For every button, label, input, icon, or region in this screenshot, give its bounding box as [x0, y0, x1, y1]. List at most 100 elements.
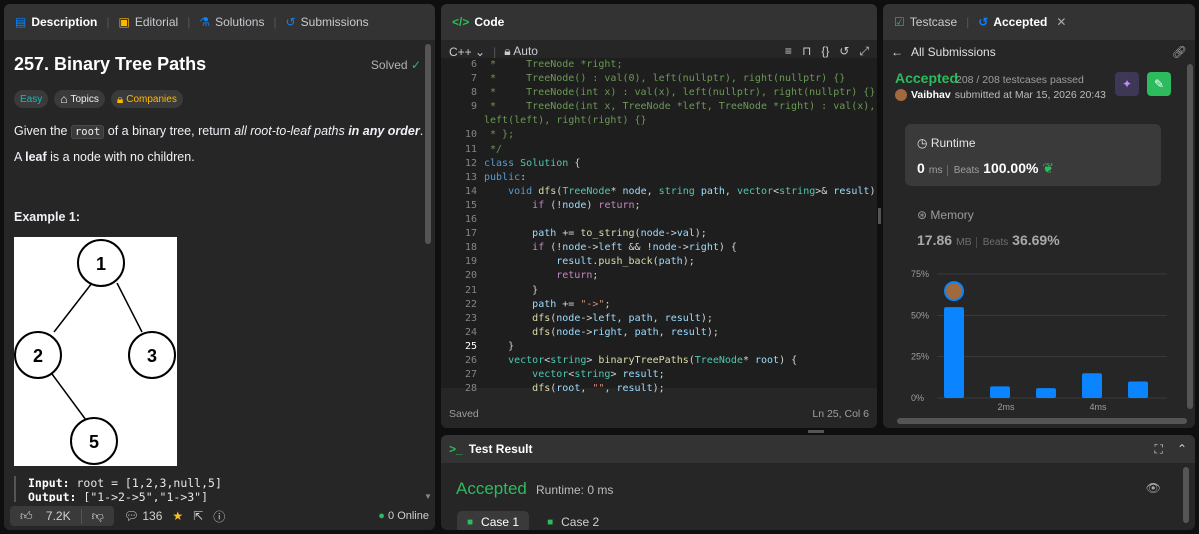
case-tab-2[interactable]: ■ Case 2: [537, 511, 609, 530]
y-tick-label: 25%: [911, 352, 929, 362]
dislike-button[interactable]: 👎︎: [80, 508, 114, 524]
online-count: ● 0 Online: [378, 510, 429, 522]
avatar: [895, 89, 907, 101]
comments-button[interactable]: 💬︎ 136: [124, 509, 163, 523]
check-circle-icon: ✓: [410, 58, 421, 72]
all-submissions-link[interactable]: All Submissions: [911, 45, 996, 59]
test-result-panel: >_ Test Result ⛶ ⌃ Accepted Runtime: 0 m…: [441, 435, 1195, 530]
tree-node-label: 3: [147, 346, 157, 366]
online-dot-icon: ●: [378, 510, 385, 522]
tree-node-label: 1: [96, 254, 106, 274]
panel-resize-handle[interactable]: [878, 208, 881, 224]
line-number: 19: [464, 256, 477, 268]
chart-bar: [990, 386, 1010, 398]
check-icon: ■: [467, 516, 474, 528]
line-numbers: 6 7 8 9 10 11 12 13 14 15 16 17 18 19 20 21 22 23 24 25 26 2…: [441, 58, 477, 396]
clock-icon: ◷: [917, 136, 928, 150]
testcases-passed: 208 / 208 testcases passed: [956, 74, 1084, 86]
link-icon[interactable]: 🔗︎: [1172, 45, 1187, 59]
companies-tag[interactable]: 🔒︎ Companies: [110, 90, 183, 108]
example-input: Input: root = [1,2,3,null,5]: [28, 476, 222, 490]
panel-resize-handle[interactable]: [808, 430, 824, 433]
share-icon[interactable]: ⇱: [193, 509, 203, 523]
example-io: Input: root = [1,2,3,null,5] Output: ["1…: [14, 476, 222, 504]
tab-code[interactable]: </> Code: [449, 15, 507, 29]
line-number: 21: [464, 284, 477, 296]
submission-nav: ← All Submissions 🔗︎: [883, 40, 1195, 64]
save-status: Saved: [449, 408, 479, 420]
leaf-icon: ❦: [1042, 160, 1055, 176]
description-scrollbar[interactable]: [425, 44, 431, 244]
braces-icon[interactable]: {}: [821, 44, 829, 59]
case-tab-1[interactable]: ■ Case 1: [457, 511, 530, 530]
problem-title[interactable]: 257. Binary Tree Paths: [14, 54, 206, 75]
solved-status: Solved ✓: [370, 58, 421, 72]
description-footer: 👍︎ 7.2K 👎︎ 💬︎ 136 ★ ⇱ ⓘ ● 0 Online: [4, 502, 435, 530]
tab-description[interactable]: ▤ Description: [12, 15, 100, 29]
auto-mode-toggle[interactable]: 🔒︎ Auto: [504, 44, 538, 59]
toolbar-separator: |: [493, 44, 497, 59]
description-panel: ▤ Description | ▣ Editorial | ⚗ Solutions |…: [4, 4, 435, 530]
reset-icon[interactable]: ↺: [839, 44, 849, 59]
memory-value: 17.86 MB Beats 36.69%: [917, 232, 1060, 248]
left-tabbar: ▤ Description | ▣ Editorial | ⚗ Solutions |…: [4, 4, 435, 40]
difficulty-badge[interactable]: Easy: [14, 90, 49, 108]
example-title: Example 1:: [14, 210, 81, 224]
inline-code: root: [70, 125, 105, 139]
result-scrollbar[interactable]: [1183, 467, 1189, 523]
line-number: 24: [464, 326, 477, 338]
submission-scrollbar[interactable]: [1187, 64, 1193, 409]
ai-analyze-button[interactable]: ✦: [1115, 72, 1139, 96]
language-select[interactable]: C++ ⌄: [449, 45, 485, 59]
collapse-chevron-icon[interactable]: ⌃: [1177, 442, 1187, 457]
line-number: 11: [464, 143, 477, 155]
tab-separator: |: [187, 15, 191, 29]
runtime-card[interactable]: ◷ Runtime 0 ms Beats 100.00% ❦: [905, 124, 1161, 186]
line-number: 9: [470, 101, 477, 113]
checkbox-icon: ☑: [894, 15, 905, 29]
line-number: 28: [464, 383, 477, 395]
avatar-marker: [944, 281, 964, 302]
line-number: 6: [470, 59, 477, 70]
format-icon[interactable]: ≡: [785, 44, 792, 59]
check-icon: ■: [547, 516, 554, 528]
code-source[interactable]: * TreeNode *right; * TreeNode() : val(0)…: [484, 58, 875, 396]
tab-solutions[interactable]: ⚗ Solutions: [196, 15, 267, 29]
test-result-title[interactable]: Test Result: [469, 442, 533, 456]
topics-tag[interactable]: ⌂ Topics: [54, 90, 105, 108]
memory-label: ⊛ Memory: [917, 208, 974, 222]
runtime-value: 0 ms Beats 100.00% ❦: [917, 160, 1055, 176]
back-arrow-icon[interactable]: ←: [891, 45, 903, 59]
tab-editorial[interactable]: ▣ Editorial: [115, 15, 181, 29]
bookmark-icon[interactable]: ⊓: [802, 44, 811, 59]
memory-card[interactable]: ⊛ Memory 17.86 MB Beats 36.69%: [905, 196, 1161, 256]
line-number: 14: [464, 185, 477, 197]
thumbs-up-icon: 👍︎: [20, 508, 33, 523]
eye-icon[interactable]: 👁︎: [1146, 481, 1161, 495]
runtime-distribution-chart[interactable]: 75% 50% 25% 0% 2ms 4ms: [905, 266, 1175, 412]
tree-node-label: 5: [89, 432, 99, 452]
edit-icon: ✎: [1153, 77, 1165, 91]
help-icon[interactable]: ⓘ: [213, 508, 225, 525]
tree-node-label: 2: [33, 346, 43, 366]
like-button[interactable]: 👍︎ 7.2K: [10, 509, 81, 524]
close-icon[interactable]: ✕: [1056, 15, 1066, 29]
tab-separator: |: [106, 15, 110, 29]
horizontal-scrollbar[interactable]: [897, 418, 1187, 424]
edit-note-button[interactable]: ✎: [1147, 72, 1171, 96]
tab-submissions[interactable]: ↺ Submissions: [283, 15, 372, 29]
runtime-label: ◷ Runtime: [917, 136, 976, 150]
description-icon: ▤: [15, 15, 27, 29]
sparkle-icon: ✦: [1121, 77, 1133, 91]
line-number: 22: [464, 298, 477, 310]
expand-icon[interactable]: ⛶: [1155, 442, 1163, 457]
tab-accepted[interactable]: ↺ Accepted ✕: [975, 15, 1069, 29]
code-editor[interactable]: 6 7 8 9 10 11 12 13 14 15 16 17 18 19 20 21 22 23 24 25 26 2…: [441, 58, 877, 394]
fullscreen-icon[interactable]: ⤢: [859, 44, 869, 59]
editorial-icon: ▣: [118, 15, 130, 29]
line-number: 12: [464, 157, 477, 169]
binary-tree-image: 1 2 3 5: [14, 237, 177, 466]
favorite-star-icon[interactable]: ★: [172, 509, 183, 523]
scroll-down-icon[interactable]: ▼: [424, 492, 432, 501]
tab-testcase[interactable]: ☑ Testcase: [891, 15, 960, 29]
